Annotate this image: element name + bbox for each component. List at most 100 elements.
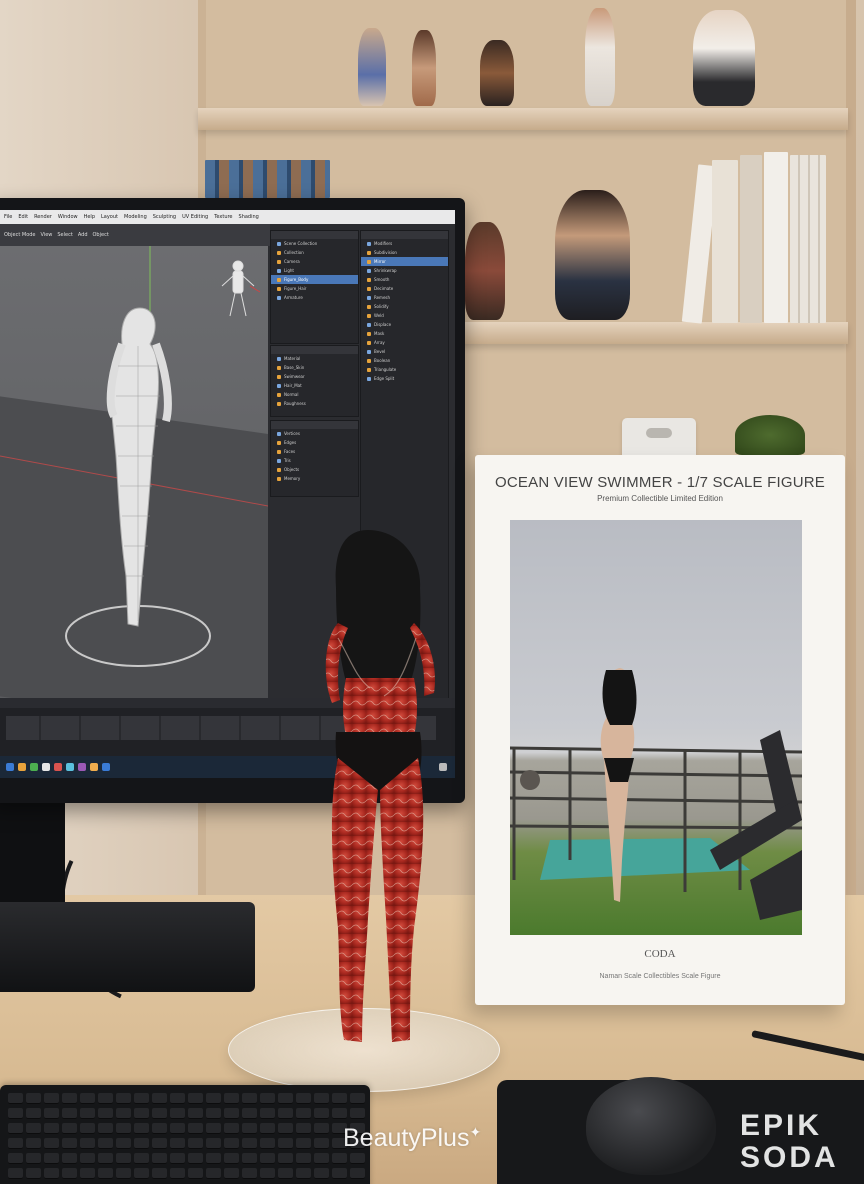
panel-row[interactable]: Light xyxy=(271,266,358,275)
app-icon[interactable] xyxy=(102,763,110,771)
object-icon xyxy=(367,313,371,318)
panel-row[interactable]: Hair_Mat xyxy=(271,381,358,390)
panel-row[interactable]: Objects xyxy=(271,465,358,474)
menu-item[interactable]: Layout xyxy=(101,214,118,220)
panel-row[interactable]: Mask xyxy=(361,329,448,338)
keyboard-key xyxy=(188,1138,203,1149)
panel-row[interactable]: Armature xyxy=(271,293,358,302)
keyboard-key xyxy=(332,1153,347,1164)
app-icon[interactable] xyxy=(90,763,98,771)
panel-row[interactable]: Remesh xyxy=(361,293,448,302)
panel-row[interactable]: Mirror xyxy=(361,257,448,266)
panel-row[interactable]: Edges xyxy=(271,438,358,447)
keyboard-key xyxy=(62,1138,77,1149)
panel-row[interactable]: Triangulate xyxy=(361,365,448,374)
keyboard-key xyxy=(170,1123,185,1134)
toolbar-item[interactable]: View xyxy=(41,232,53,238)
object-icon xyxy=(367,277,371,282)
object-icon xyxy=(277,467,281,472)
keyboard-key xyxy=(296,1108,311,1119)
toolbar-item[interactable]: Select xyxy=(57,232,72,238)
keyboard-key xyxy=(314,1093,329,1104)
keyboard-key xyxy=(206,1153,221,1164)
panel-row[interactable]: Roughness xyxy=(271,399,358,408)
menu-item[interactable]: Help xyxy=(84,214,95,220)
panel-row[interactable]: Memory xyxy=(271,474,358,483)
keyboard-key xyxy=(224,1108,239,1119)
panel-row[interactable]: Edge Split xyxy=(361,374,448,383)
keyboard-key xyxy=(260,1153,275,1164)
menu-item[interactable]: Render xyxy=(34,214,52,220)
blender-icon[interactable] xyxy=(66,763,74,771)
shelf-figurine xyxy=(555,190,630,320)
panel-row[interactable]: Modifiers xyxy=(361,239,448,248)
panel-row[interactable]: Figure_Hair xyxy=(271,284,358,293)
panel-row[interactable]: Subdivision xyxy=(361,248,448,257)
panel-row[interactable]: Faces xyxy=(271,447,358,456)
panel-row[interactable]: Solidify xyxy=(361,302,448,311)
panel-row[interactable]: Boolean xyxy=(361,356,448,365)
panel-row-label: Decimate xyxy=(374,286,394,291)
keyboard-key xyxy=(62,1108,77,1119)
keyboard-key xyxy=(224,1093,239,1104)
panel-row[interactable]: Vertices xyxy=(271,429,358,438)
panel-row-label: Base_Skin xyxy=(284,365,305,370)
menu-item[interactable]: Modeling xyxy=(124,214,147,220)
menu-item[interactable]: Texture xyxy=(214,214,232,220)
panel-row[interactable]: Collection xyxy=(271,248,358,257)
panel-row[interactable]: Swimwear xyxy=(271,372,358,381)
keyboard-key xyxy=(134,1123,149,1134)
panel-row[interactable]: Normal xyxy=(271,390,358,399)
keyboard-key xyxy=(152,1153,167,1164)
panel-row[interactable]: Tris xyxy=(271,456,358,465)
panel-row[interactable]: Shrinkwrap xyxy=(361,266,448,275)
toolbar-item[interactable]: Object Mode xyxy=(4,232,36,238)
object-icon xyxy=(277,383,281,388)
panel-row[interactable]: Decimate xyxy=(361,284,448,293)
panel-row-label: Triangulate xyxy=(374,367,397,372)
panel-row[interactable]: Base_Skin xyxy=(271,363,358,372)
keyboard-key xyxy=(314,1138,329,1149)
keyboard-key xyxy=(152,1093,167,1104)
panel-row[interactable]: Material xyxy=(271,354,358,363)
menu-item[interactable]: Sculpting xyxy=(153,214,176,220)
object-icon xyxy=(277,476,281,481)
panel-row[interactable]: Figure_Body xyxy=(271,275,358,284)
panel-row-label: Memory xyxy=(284,476,301,481)
app-icon[interactable] xyxy=(78,763,86,771)
folder-icon[interactable] xyxy=(18,763,26,771)
browser-icon[interactable] xyxy=(30,763,38,771)
toolbar-item[interactable]: Add xyxy=(78,232,88,238)
panel-row[interactable]: Smooth xyxy=(361,275,448,284)
menu-item[interactable]: Shading xyxy=(239,214,259,220)
box-subtitle: Premium Collectible Limited Edition xyxy=(597,494,723,503)
object-icon xyxy=(367,376,371,381)
panel-row-label: Array xyxy=(374,340,385,345)
object-icon xyxy=(367,304,371,309)
keyboard-key xyxy=(314,1153,329,1164)
menu-item[interactable]: File xyxy=(4,214,12,220)
mail-icon[interactable] xyxy=(54,763,62,771)
menu-item[interactable]: Edit xyxy=(18,214,28,220)
panel-row[interactable]: Bevel xyxy=(361,347,448,356)
panel-row[interactable]: Scene Collection xyxy=(271,239,358,248)
keyboard-key xyxy=(8,1138,23,1149)
box-hang-tab xyxy=(622,418,696,458)
logo-bottom-text: SODA xyxy=(740,1141,839,1174)
object-icon xyxy=(277,392,281,397)
panel-row[interactable]: Camera xyxy=(271,257,358,266)
panel-row-label: Objects xyxy=(284,467,300,472)
panel-row[interactable]: Weld xyxy=(361,311,448,320)
book xyxy=(790,155,826,323)
outliner-panel: Scene Collection Collection Camera Light Fig… xyxy=(270,230,359,344)
panel-row-label: Swimwear xyxy=(284,374,305,379)
toolbar-item[interactable]: Object xyxy=(93,232,109,238)
menu-item[interactable]: Window xyxy=(58,214,78,220)
app-icon[interactable] xyxy=(42,763,50,771)
start-icon[interactable] xyxy=(6,763,14,771)
panel-row[interactable]: Array xyxy=(361,338,448,347)
panel-row[interactable]: Displace xyxy=(361,320,448,329)
3d-viewport[interactable] xyxy=(0,246,268,698)
menu-item[interactable]: UV Editing xyxy=(182,214,208,220)
keyboard-key xyxy=(206,1168,221,1179)
